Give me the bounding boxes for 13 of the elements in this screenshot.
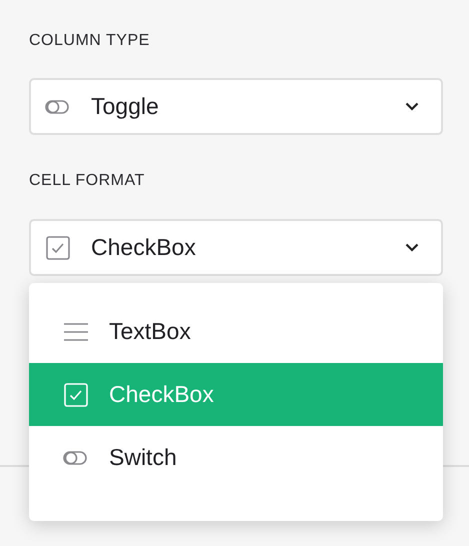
chevron-down-icon — [405, 243, 419, 252]
menu-item[interactable]: TextBox — [29, 300, 443, 363]
dropdown[interactable]: CheckBox — [29, 219, 443, 276]
checkbox-icon — [46, 236, 70, 260]
menu-lines-icon — [64, 322, 88, 340]
field-label: COLUMN TYPE — [29, 31, 151, 51]
menu-item[interactable]: Switch — [29, 426, 443, 489]
dropdown[interactable]: Toggle — [29, 78, 443, 135]
toggle-icon — [63, 450, 89, 466]
checkbox-icon — [64, 382, 88, 406]
chevron-down-icon — [405, 102, 419, 111]
toggle-icon — [45, 98, 71, 114]
field-label: CELL FORMAT — [29, 171, 146, 191]
